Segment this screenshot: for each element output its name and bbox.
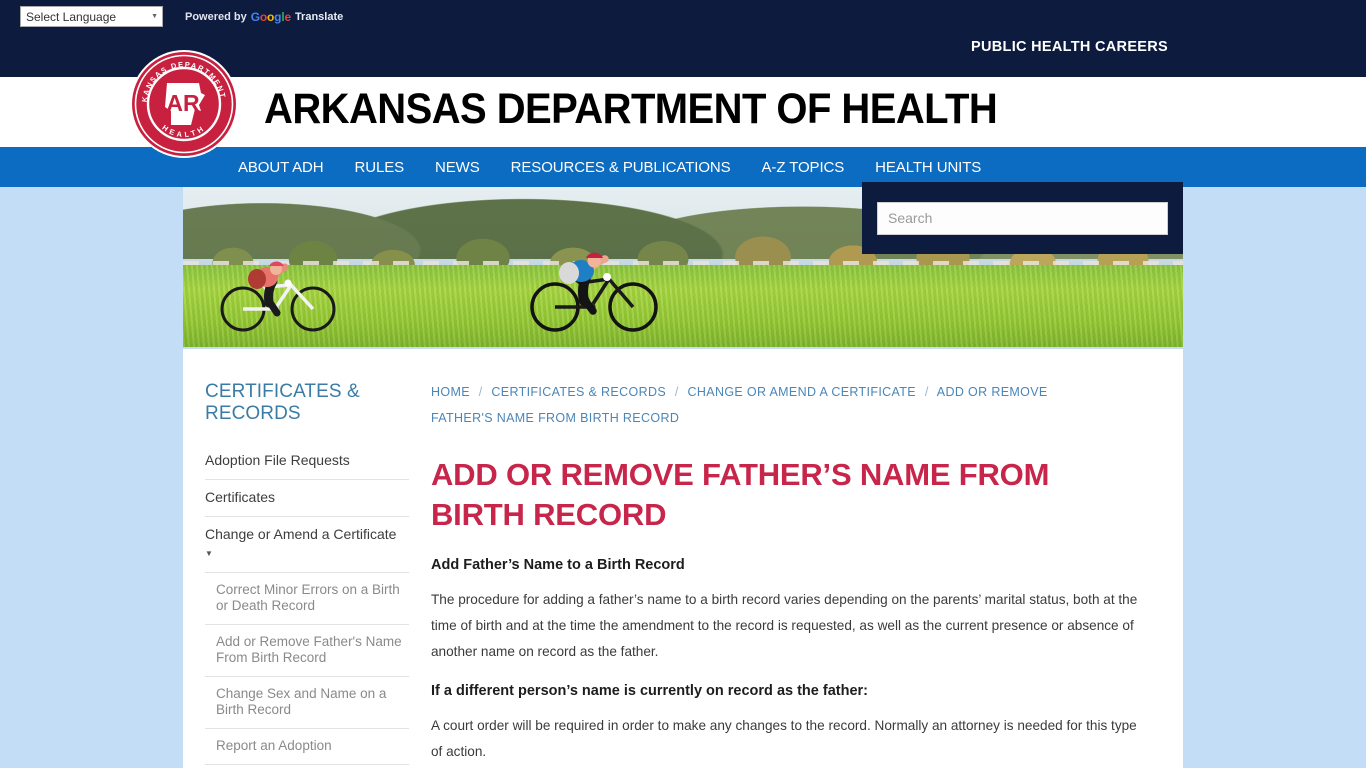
- sidebar-item-label: Correct Minor Errors on a Birth or Death…: [216, 582, 400, 613]
- sidebar-item-label: Change Sex and Name on a Birth Record: [216, 686, 387, 717]
- language-select[interactable]: Select Language ▼: [20, 6, 163, 27]
- powered-by-google-translate: Powered by Google Translate: [185, 10, 343, 24]
- sidebar-item-change-sex-and-name[interactable]: Change Sex and Name on a Birth Record: [205, 677, 409, 729]
- main-content: HOME / CERTIFICATES & RECORDS / CHANGE O…: [431, 371, 1183, 768]
- section-heading-add-fathers-name: Add Father’s Name to a Birth Record: [431, 557, 685, 573]
- breadcrumb-separator: /: [478, 385, 483, 399]
- sidebar-item-add-or-remove-fathers-name[interactable]: Add or Remove Father's Name From Birth R…: [205, 625, 409, 677]
- sidebar-item-change-or-amend-a-certificate[interactable]: Change or Amend a Certificate ▼: [205, 517, 409, 573]
- section-heading-different-person: If a different person’s name is currentl…: [431, 683, 868, 699]
- search-input[interactable]: [877, 201, 1168, 235]
- adh-logo[interactable]: ARKANSAS DEPARTMENT OF HEALTH AR: [125, 42, 239, 159]
- breadcrumb-separator: /: [674, 385, 679, 399]
- chevron-down-icon: ▼: [151, 13, 158, 20]
- breadcrumb-separator: /: [924, 385, 929, 399]
- paragraph-court-order: A court order will be required in order …: [431, 718, 1137, 759]
- breadcrumb-item-home[interactable]: HOME: [431, 385, 470, 399]
- sidebar-item-label: Change or Amend a Certificate: [205, 526, 397, 542]
- cyclist-left: [220, 261, 336, 332]
- sidebar-item-certificates[interactable]: Certificates: [205, 480, 409, 517]
- google-logo: Google: [250, 9, 291, 24]
- sidebar-item-label: Adoption File Requests: [205, 452, 350, 468]
- paragraph-procedure: The procedure for adding a father’s name…: [431, 592, 1138, 659]
- public-health-careers-link[interactable]: PUBLIC HEALTH CAREERS: [971, 39, 1168, 55]
- hero-section: [0, 182, 1366, 349]
- nav-item-a-z-topics[interactable]: A-Z TOPICS: [762, 159, 845, 176]
- sidebar: CERTIFICATES & RECORDS Adoption File Req…: [183, 371, 431, 768]
- nav-item-about-adh[interactable]: ABOUT ADH: [238, 159, 324, 176]
- nav-item-resources-publications[interactable]: RESOURCES & PUBLICATIONS: [511, 159, 731, 176]
- translate-label: Translate: [294, 10, 344, 23]
- article-title: ADD OR REMOVE FATHER’S NAME FROM BIRTH R…: [431, 457, 1050, 532]
- breadcrumb: HOME / CERTIFICATES & RECORDS / CHANGE O…: [431, 379, 1111, 431]
- nav-item-health-units[interactable]: HEALTH UNITS: [875, 159, 981, 176]
- breadcrumb-item-change-or-amend[interactable]: CHANGE OR AMEND A CERTIFICATE: [688, 385, 916, 399]
- svg-text:AR: AR: [166, 90, 200, 116]
- sidebar-heading: CERTIFICATES & RECORDS: [205, 381, 360, 424]
- search-panel: [862, 182, 1183, 254]
- language-select-value: Select Language: [26, 9, 117, 24]
- chevron-down-icon[interactable]: ▼: [205, 545, 409, 562]
- google-translate-bar: Select Language ▼ Powered by Google Tran…: [0, 0, 1366, 33]
- sidebar-item-report-an-adoption[interactable]: Report an Adoption: [205, 729, 409, 765]
- sidebar-item-label: Report an Adoption: [216, 738, 332, 753]
- content-container: CERTIFICATES & RECORDS Adoption File Req…: [183, 349, 1183, 768]
- nav-item-rules[interactable]: RULES: [355, 159, 405, 176]
- sidebar-item-label: Add or Remove Father's Name From Birth R…: [216, 634, 402, 665]
- page-title: ARKANSAS DEPARTMENT OF HEALTH: [264, 85, 998, 133]
- cyclist-right: [530, 252, 658, 332]
- powered-by-label: Powered by: [185, 10, 247, 23]
- sidebar-item-correct-minor-errors[interactable]: Correct Minor Errors on a Birth or Death…: [205, 573, 409, 625]
- breadcrumb-item-certificates-records[interactable]: CERTIFICATES & RECORDS: [491, 385, 666, 399]
- sidebar-item-label: Certificates: [205, 489, 276, 505]
- sidebar-item-adoption-file-requests[interactable]: Adoption File Requests: [205, 443, 409, 480]
- nav-item-news[interactable]: NEWS: [435, 159, 480, 176]
